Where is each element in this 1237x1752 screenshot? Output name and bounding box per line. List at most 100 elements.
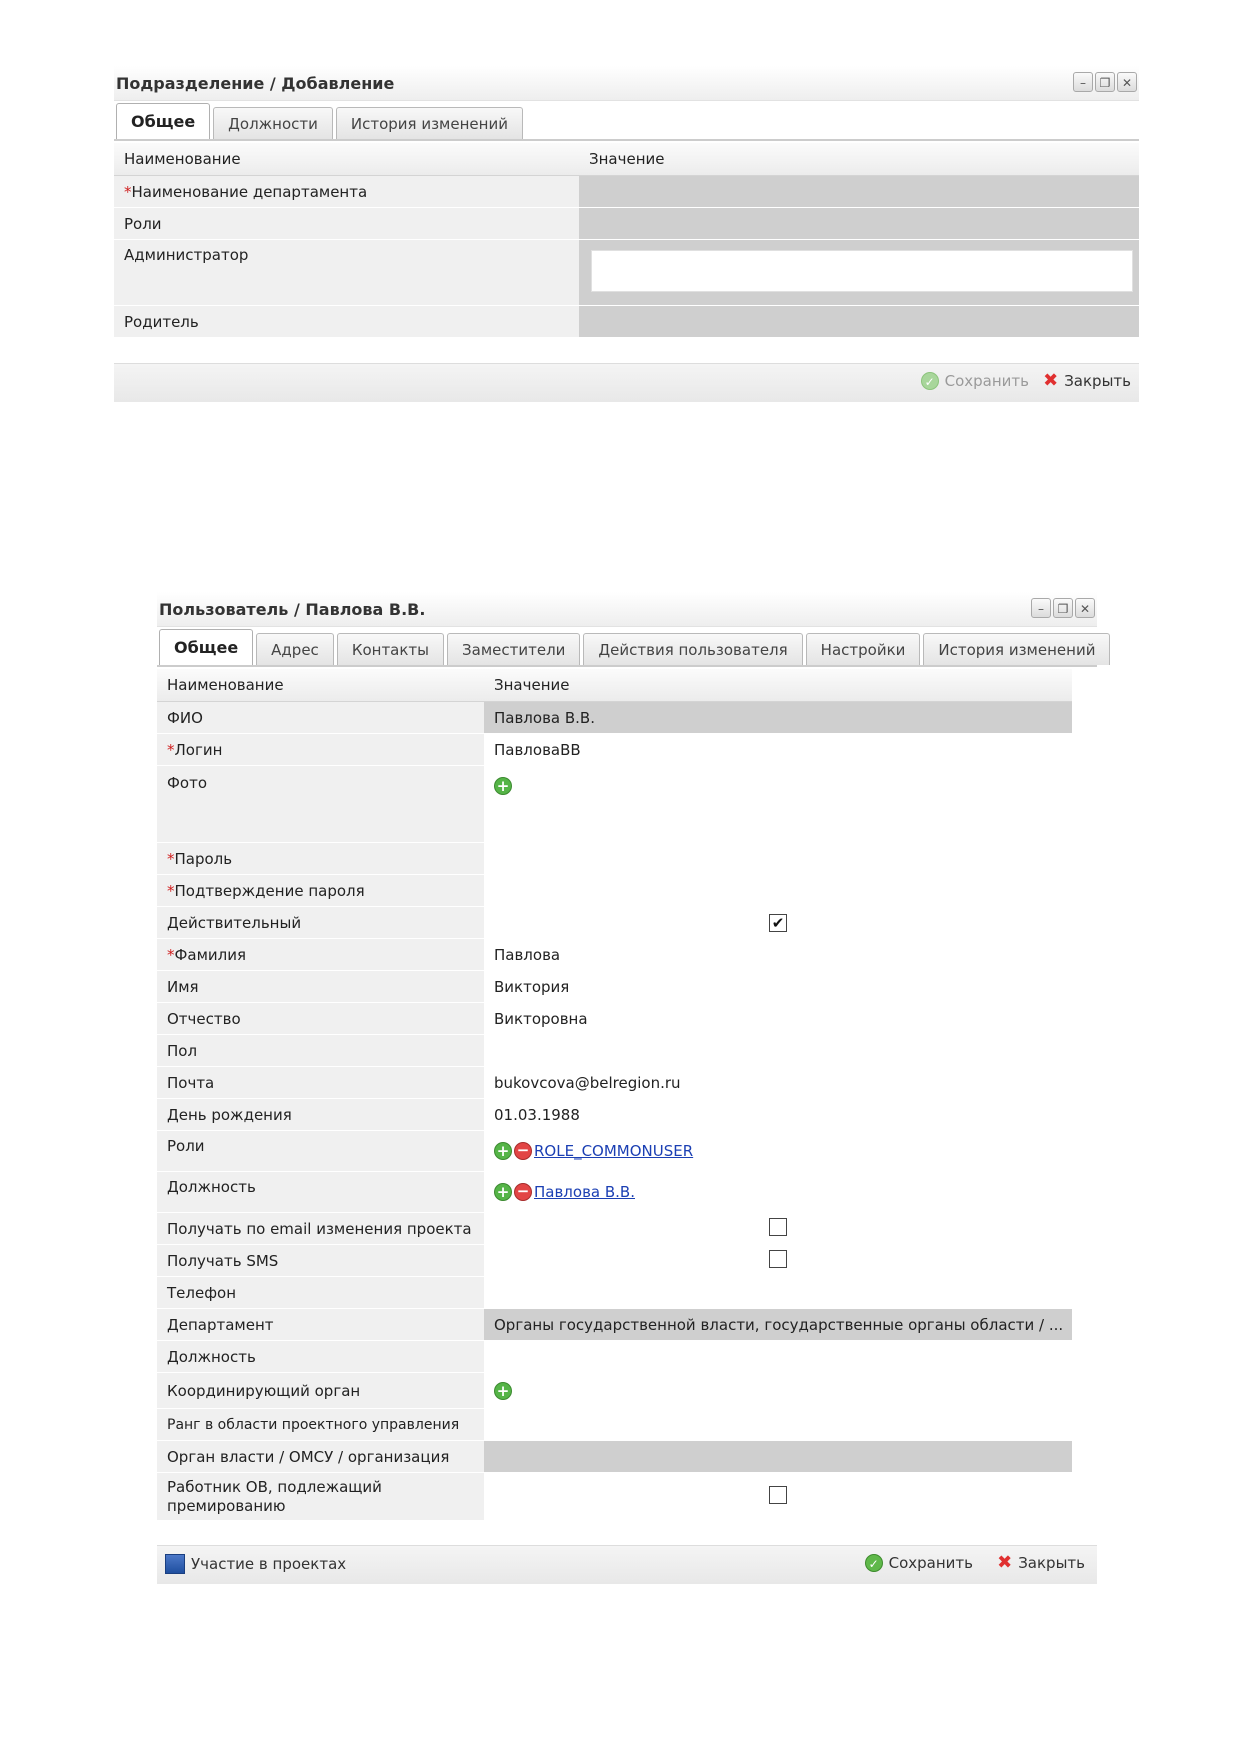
tab-deputies[interactable]: Заместители [447,633,581,665]
tab-address[interactable]: Адрес [256,633,334,665]
tab-general[interactable]: Общее [159,629,254,665]
gender-field[interactable] [484,1034,1072,1067]
table-row: Должность [157,1340,1072,1373]
row-label: День рождения [157,1098,484,1131]
birthday-field[interactable]: 01.03.1988 [484,1098,1072,1131]
tab-settings[interactable]: Настройки [805,633,921,665]
window-footer: ✓ Сохранить ✖ Закрыть [114,363,1139,402]
add-position-icon[interactable]: + [494,1183,512,1202]
authority-field[interactable] [484,1440,1072,1473]
lastname-field[interactable]: Павлова [484,938,1072,971]
role-link[interactable]: ROLE_COMMONUSER [534,1142,693,1160]
close-button[interactable]: ✖ Закрыть [997,1554,1085,1573]
row-label: Роли [114,207,579,240]
remove-position-icon[interactable]: − [514,1183,532,1202]
close-icon[interactable]: ✕ [1117,72,1137,92]
login-field[interactable]: ПавловаВВ [484,733,1072,766]
close-icon[interactable]: ✕ [1075,598,1095,618]
position-field[interactable] [484,1340,1072,1373]
email-changes-cell [484,1212,1072,1245]
table-row: *Логин ПавловаВВ [157,733,1072,766]
patronymic-field[interactable]: Викторовна [484,1002,1072,1035]
position-link[interactable]: Павлова В.В. [534,1183,635,1201]
table-row: Орган власти / ОМСУ / организация [157,1440,1072,1473]
department-value: Органы государственной власти, государст… [484,1308,1072,1341]
email-changes-checkbox[interactable] [769,1217,787,1236]
window-footer: Участие в проектах ✓ Сохранить ✖ Закрыть [157,1545,1097,1584]
row-label: *Логин [157,733,484,766]
table-row: Роли + − ROLE_COMMONUSER [157,1130,1072,1172]
window-titlebar: Подразделение / Добавление – ❐ ✕ [114,66,1139,101]
table-row: Имя Виктория [157,970,1072,1003]
row-label: *Пароль [157,842,484,875]
window-titlebar: Пользователь / Павлова В.В. – ❐ ✕ [157,592,1097,627]
active-checkbox[interactable]: ✔ [769,913,787,932]
tab-bar: Общее Адрес Контакты Заместители Действи… [157,627,1111,667]
row-label: Должность [157,1340,484,1373]
row-label: Получать SMS [157,1244,484,1277]
row-label: Орган власти / ОМСУ / организация [157,1440,484,1473]
tab-history[interactable]: История изменений [923,633,1111,665]
save-button[interactable]: ✓ Сохранить [920,372,1029,390]
add-coord-body-icon[interactable]: + [494,1381,512,1400]
close-button[interactable]: ✖ Закрыть [1043,372,1131,391]
tab-positions[interactable]: Должности [213,107,333,139]
tab-general[interactable]: Общее [116,103,211,139]
row-label: Фото [157,765,484,843]
minimize-icon[interactable]: – [1031,598,1051,618]
column-header-name: Наименование [157,669,484,702]
check-icon: ✓ [864,1554,883,1572]
remove-role-icon[interactable]: − [514,1142,532,1161]
save-button[interactable]: ✓ Сохранить [864,1554,973,1572]
row-label: Родитель [114,305,579,338]
window-tools: – ❐ ✕ [1031,598,1095,618]
table-row: Отчество Викторовна [157,1002,1072,1035]
bonus-cell [484,1472,1072,1521]
properties-grid: Наименование Значение ФИО Павлова В.В. *… [157,669,1072,1521]
roles-cell: + − ROLE_COMMONUSER [484,1130,1072,1172]
firstname-field[interactable]: Виктория [484,970,1072,1003]
restore-icon[interactable]: ❐ [1095,72,1115,92]
password-field[interactable] [484,842,1072,875]
row-label: Отчество [157,1002,484,1035]
tab-user-actions[interactable]: Действия пользователя [583,633,803,665]
add-role-icon[interactable]: + [494,1142,512,1161]
sms-checkbox[interactable] [769,1249,787,1268]
projects-icon [165,1554,185,1574]
bonus-checkbox[interactable] [769,1485,787,1504]
row-label: ФИО [157,701,484,734]
row-label: Почта [157,1066,484,1099]
minimize-icon[interactable]: – [1073,72,1093,92]
email-field[interactable]: bukovcova@belregion.ru [484,1066,1072,1099]
phone-field[interactable] [484,1276,1072,1309]
row-label: *Фамилия [157,938,484,971]
projects-button[interactable]: Участие в проектах [165,1554,346,1574]
administrator-input[interactable] [591,249,1133,292]
row-label: Роли [157,1130,484,1172]
check-icon: ✓ [920,372,939,390]
parent-field[interactable] [579,305,1139,338]
table-row: Работник ОВ, подлежащий премированию [157,1472,1072,1521]
table-row: Департамент Органы государственной власт… [157,1308,1072,1341]
table-row: *Наименование департамента [114,175,1139,208]
add-photo-icon[interactable]: + [494,776,512,795]
roles-field[interactable] [579,207,1139,240]
password-confirm-field[interactable] [484,874,1072,907]
row-label: Департамент [157,1308,484,1341]
column-header-name: Наименование [114,143,579,176]
table-row: ФИО Павлова В.В. [157,701,1072,734]
table-row: Действительный ✔ [157,906,1072,939]
tab-history[interactable]: История изменений [335,107,523,139]
table-row: Родитель [114,305,1139,338]
rank-field[interactable] [484,1408,1072,1441]
row-label: Координирующий орган [157,1372,484,1409]
photo-cell: + [484,765,1072,843]
tab-contacts[interactable]: Контакты [336,633,445,665]
properties-grid: Наименование Значение *Наименование депа… [114,143,1139,338]
table-row: Роли [114,207,1139,240]
tab-bar: Общее Должности История изменений [114,101,1139,141]
restore-icon[interactable]: ❐ [1053,598,1073,618]
table-row: Получать по email изменения проекта [157,1212,1072,1245]
department-name-field[interactable] [579,175,1139,208]
column-header-value: Значение [579,143,1139,176]
